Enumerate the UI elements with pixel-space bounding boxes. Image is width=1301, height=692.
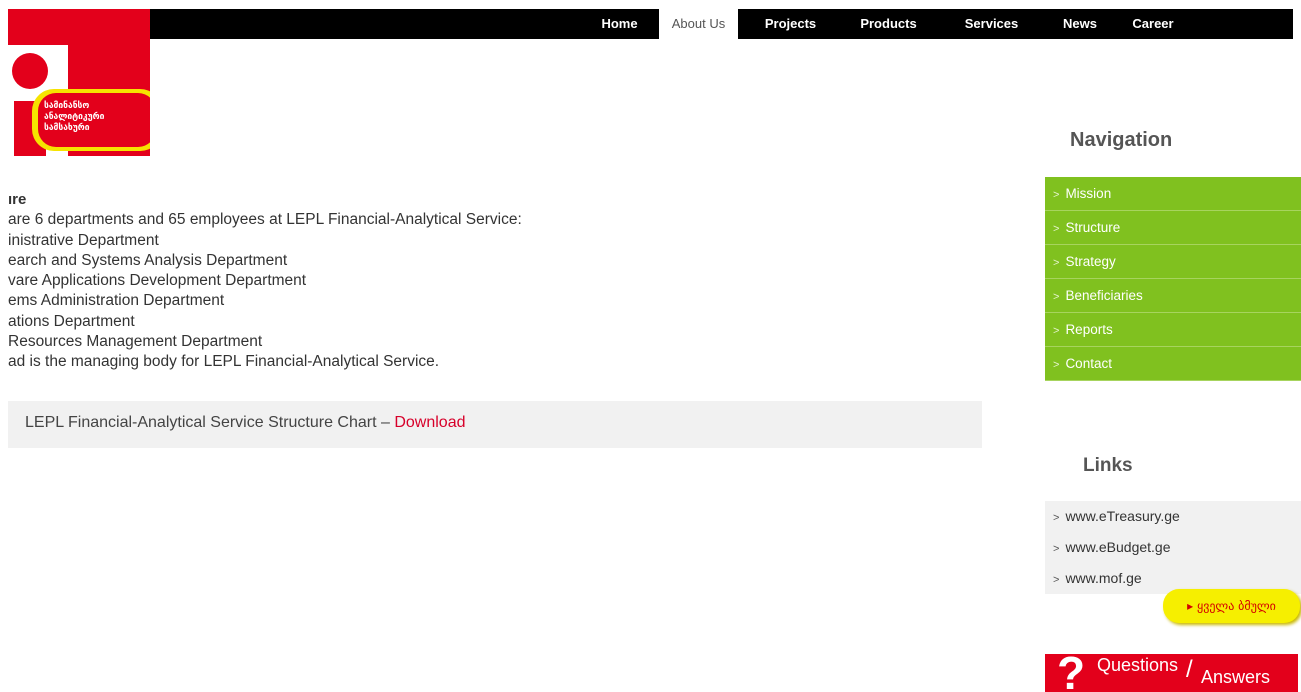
link-etreasury[interactable]: > www.eTreasury.ge bbox=[1045, 501, 1301, 532]
sidebar-item-label: Structure bbox=[1065, 220, 1121, 235]
logo-dot bbox=[12, 53, 48, 89]
link-label: www.eBudget.ge bbox=[1065, 539, 1171, 555]
chevron-right-icon: > bbox=[1053, 257, 1060, 269]
chevron-right-icon: > bbox=[1053, 325, 1060, 337]
logo-line-2: ანალიტიკური bbox=[44, 112, 105, 122]
chevron-right-icon: > bbox=[1053, 291, 1060, 303]
links-list: > www.eTreasury.ge > www.eBudget.ge > www.m… bbox=[1045, 501, 1301, 594]
chevron-right-icon: > bbox=[1053, 543, 1060, 555]
logo-line-1: სამინანსო bbox=[44, 101, 90, 111]
links-title: Links bbox=[1083, 455, 1133, 476]
download-label: LEPL Financial-Analytical Service Struct… bbox=[25, 414, 395, 431]
nav-about-us[interactable]: About Us bbox=[659, 9, 738, 39]
nav-projects[interactable]: Projects bbox=[738, 9, 843, 39]
navigation-title: Navigation bbox=[1070, 129, 1173, 151]
department-item: earch and Systems Analysis Department bbox=[8, 251, 288, 269]
link-label: www.eTreasury.ge bbox=[1065, 508, 1180, 524]
sidebar-item-label: Beneficiaries bbox=[1065, 288, 1143, 303]
chevron-right-icon: > bbox=[1053, 223, 1060, 235]
department-item: inistrative Department bbox=[8, 231, 159, 249]
intro-line: are 6 departments and 65 employees at LE… bbox=[8, 211, 522, 229]
chevron-right-icon: > bbox=[1053, 512, 1060, 524]
qa-answers-label: Answers bbox=[1201, 667, 1271, 687]
nav-products[interactable]: Products bbox=[843, 9, 934, 39]
main-content: ıre are 6 departments and 65 employees a… bbox=[8, 190, 988, 448]
chevron-right-icon: > bbox=[1053, 574, 1060, 586]
qa-questions-label: Questions bbox=[1097, 655, 1179, 675]
page-heading: ıre bbox=[8, 191, 27, 208]
sidebar-item-structure[interactable]: > Structure bbox=[1045, 211, 1301, 245]
link-label: www.mof.ge bbox=[1065, 570, 1142, 586]
logo-line-3: სამსახური bbox=[44, 123, 90, 133]
sidebar-item-label: Contact bbox=[1065, 356, 1112, 371]
download-link[interactable]: Download bbox=[394, 414, 465, 431]
sidebar-item-label: Mission bbox=[1065, 186, 1112, 201]
sidebar-item-strategy[interactable]: > Strategy bbox=[1045, 245, 1301, 279]
sidebar-item-reports[interactable]: > Reports bbox=[1045, 313, 1301, 347]
department-item: vare Applications Development Department bbox=[8, 272, 307, 290]
site-logo[interactable]: სამინანსო ანალიტიკური სამსახური bbox=[8, 9, 150, 156]
nav-services[interactable]: Services bbox=[934, 9, 1049, 39]
nav-home[interactable]: Home bbox=[580, 9, 659, 39]
qa-slash: / bbox=[1186, 656, 1193, 683]
sidebar-nav: > Mission > Structure > Strategy > Beneficia… bbox=[1045, 177, 1301, 381]
question-mark-icon: ? bbox=[1057, 654, 1086, 692]
sidebar-item-contact[interactable]: > Contact bbox=[1045, 347, 1301, 381]
chevron-right-icon: > bbox=[1053, 359, 1060, 371]
department-item: ems Administration Department bbox=[8, 292, 225, 310]
sidebar-item-mission[interactable]: > Mission bbox=[1045, 177, 1301, 211]
sidebar-item-label: Reports bbox=[1065, 322, 1113, 337]
chevron-right-icon: > bbox=[1053, 189, 1060, 201]
logo-red-top bbox=[8, 9, 68, 45]
all-links-button[interactable]: ▸ ყველა ბმული bbox=[1163, 589, 1300, 623]
link-ebudget[interactable]: > www.eBudget.ge bbox=[1045, 532, 1301, 563]
department-item: Resources Management Department bbox=[8, 333, 263, 351]
sidebar-item-label: Strategy bbox=[1065, 254, 1116, 269]
sidebar-item-beneficiaries[interactable]: > Beneficiaries bbox=[1045, 279, 1301, 313]
closing-line: ad is the managing body for LEPL Financi… bbox=[8, 353, 440, 371]
department-item: ations Department bbox=[8, 312, 135, 330]
logo-text: სამინანსო ანალიტიკური სამსახური bbox=[38, 93, 150, 147]
sidebar: Navigation > Mission > Structure > Strategy… bbox=[1045, 0, 1301, 692]
questions-answers-banner[interactable]: ? Questions / Answers bbox=[1045, 654, 1298, 692]
structure-text: ıre are 6 departments and 65 employees a… bbox=[8, 190, 988, 373]
download-box: LEPL Financial-Analytical Service Struct… bbox=[8, 401, 982, 448]
